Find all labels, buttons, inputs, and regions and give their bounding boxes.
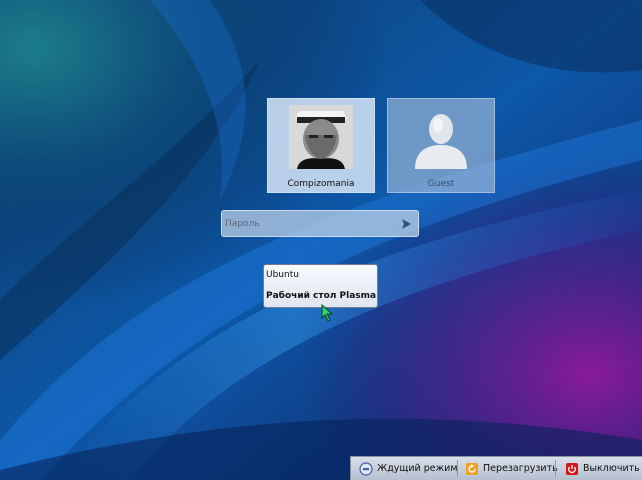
- user-tile-compizomania[interactable]: Compizomania: [267, 98, 375, 193]
- user-avatar: [289, 105, 353, 169]
- shutdown-icon: [566, 462, 578, 475]
- restart-button[interactable]: Перезагрузить: [465, 457, 558, 480]
- suspend-icon: [359, 461, 373, 476]
- restart-label: Перезагрузить: [483, 463, 558, 474]
- password-input[interactable]: [225, 214, 397, 233]
- mouse-cursor-icon: [321, 304, 333, 322]
- suspend-button[interactable]: Ждущий режим: [359, 457, 458, 480]
- shutdown-button[interactable]: Выключить: [565, 457, 640, 480]
- guest-avatar-icon: [415, 114, 467, 169]
- session-option-plasma[interactable]: Рабочий стол Plasma: [266, 291, 376, 301]
- user-name: Guest: [427, 179, 455, 189]
- session-option-ubuntu[interactable]: Ubuntu: [266, 270, 299, 280]
- password-box: [221, 210, 419, 237]
- user-name: Compizomania: [287, 179, 355, 189]
- suspend-label: Ждущий режим: [377, 463, 458, 474]
- separator: [555, 460, 556, 477]
- separator: [457, 460, 458, 477]
- user-tile-guest[interactable]: Guest: [387, 98, 495, 193]
- desktop-wallpaper: [0, 0, 642, 480]
- restart-icon: [466, 462, 478, 475]
- login-arrow-icon[interactable]: [400, 218, 412, 230]
- power-bar: Ждущий режим Перезагрузить Выключить: [350, 456, 642, 480]
- session-menu: Ubuntu Рабочий стол Plasma: [263, 264, 378, 308]
- shutdown-label: Выключить: [583, 463, 640, 474]
